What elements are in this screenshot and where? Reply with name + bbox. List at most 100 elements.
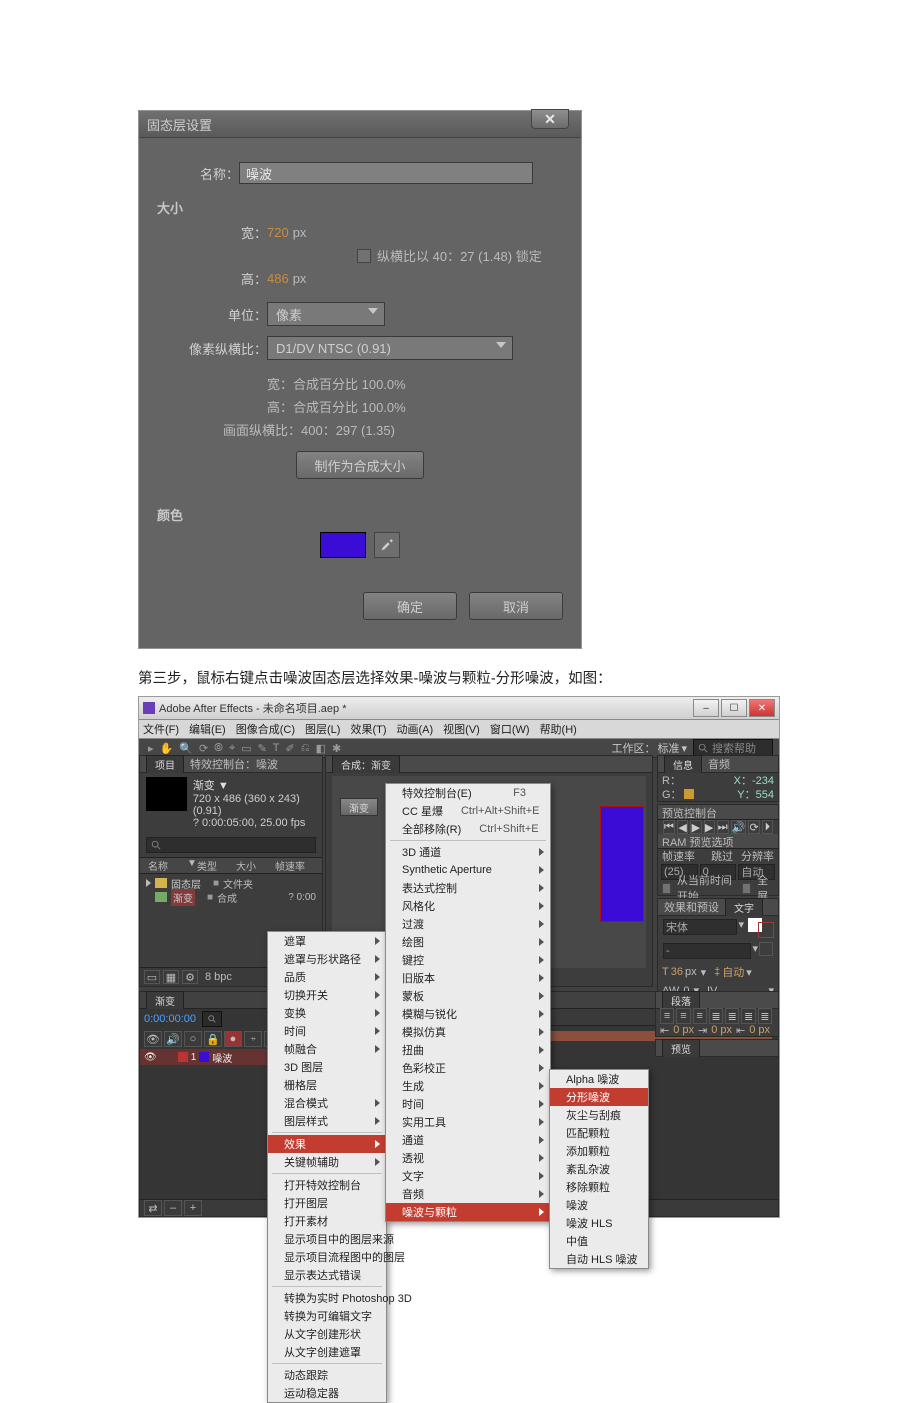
loop-icon[interactable]: ⟳ <box>748 820 759 834</box>
tool-rect-icon[interactable]: ▭ <box>241 742 251 755</box>
menu-effect[interactable]: 效果(T) <box>350 721 386 737</box>
ctx-expr-errors[interactable]: 显示表达式错误 <box>268 1266 386 1284</box>
ok-button[interactable]: 确定 <box>363 592 457 620</box>
audio-icon[interactable]: 🔊 <box>731 820 747 834</box>
font-style[interactable]: - <box>663 943 751 959</box>
fx-blur[interactable]: 模糊与锐化 <box>386 1005 550 1023</box>
ctx-mask[interactable]: 遮罩 <box>268 932 386 950</box>
fx-median[interactable]: 中值 <box>550 1232 648 1250</box>
ctx-effects[interactable]: 效果 <box>268 1135 386 1153</box>
ctx-reveal-flowchart[interactable]: 显示项目流程图中的图层 <box>268 1248 386 1266</box>
ctx-stabilize[interactable]: 运动稳定器 <box>268 1384 386 1402</box>
tab-info[interactable]: 信息 <box>664 755 702 773</box>
comp-name-button[interactable]: 渐变 <box>340 798 378 816</box>
shy-toggle-icon[interactable]: ⍆ <box>244 1031 262 1047</box>
stroke-color[interactable] <box>758 922 774 938</box>
menu-window[interactable]: 窗口(W) <box>490 721 530 737</box>
fx-alpha-noise[interactable]: Alpha 噪波 <box>550 1070 648 1088</box>
eyedropper-button[interactable] <box>374 532 400 558</box>
make-comp-size-button[interactable]: 制作为合成大小 <box>296 451 424 479</box>
tool-anchor-icon[interactable]: ⌖ <box>229 742 235 755</box>
tab-paragraph[interactable]: 段落 <box>662 991 700 1009</box>
prev-frame-icon[interactable]: ◀ <box>677 820 688 834</box>
ctx-open-layer[interactable]: 打开图层 <box>268 1194 386 1212</box>
fx-fractal-noise[interactable]: 分形噪波 <box>550 1088 648 1106</box>
new-comp-icon[interactable]: ▦ <box>163 970 179 984</box>
fx-dust-scratches[interactable]: 灰尘与刮痕 <box>550 1106 648 1124</box>
tool-eraser-icon[interactable]: ◧ <box>316 742 326 755</box>
fx-audio[interactable]: 音频 <box>386 1185 550 1203</box>
tool-rotate-icon[interactable]: ⟳ <box>199 742 208 755</box>
justify-right-icon[interactable]: ≣ <box>741 1008 755 1024</box>
workspace-select[interactable]: 标准 <box>657 740 679 756</box>
lock-ratio-checkbox[interactable] <box>357 249 371 263</box>
justify-all-icon[interactable]: ≣ <box>758 1008 772 1024</box>
tool-selection-icon[interactable]: ▸ <box>148 742 154 755</box>
fx-paint[interactable]: 绘图 <box>386 933 550 951</box>
height-value[interactable]: 486 <box>267 271 289 286</box>
ctx-reveal-source[interactable]: 显示项目中的图层来源 <box>268 1230 386 1248</box>
zoom-out-icon[interactable]: – <box>164 1200 182 1216</box>
timeline-tab[interactable]: 渐变 <box>146 991 184 1009</box>
fx-colorcorrect[interactable]: 色彩校正 <box>386 1059 550 1077</box>
menu-file[interactable]: 文件(F) <box>143 721 179 737</box>
menu-edit[interactable]: 编辑(E) <box>189 721 226 737</box>
ctx-shapes-from-text[interactable]: 从文字创建形状 <box>268 1325 386 1343</box>
cancel-button[interactable]: 取消 <box>469 592 563 620</box>
fx-text[interactable]: 文字 <box>386 1167 550 1185</box>
maximize-button[interactable]: ☐ <box>721 699 747 717</box>
tool-camera-icon[interactable]: ⦾ <box>214 742 223 755</box>
color-swatch[interactable] <box>320 532 366 558</box>
context-menu[interactable]: 遮罩 遮罩与形状路径 品质 切换开关 变换 时间 帧融合 3D 图层 栅格层 混… <box>267 931 387 1403</box>
fx-3dchannel[interactable]: 3D 通道 <box>386 843 550 861</box>
window-close-button[interactable]: ✕ <box>749 699 775 717</box>
tab-character[interactable]: 文字 <box>725 898 763 916</box>
justify-left-icon[interactable]: ≣ <box>709 1008 723 1024</box>
fx-channel[interactable]: 通道 <box>386 1131 550 1149</box>
ctx-quality[interactable]: 品质 <box>268 968 386 986</box>
fx-auto-hls[interactable]: 自动 HLS 噪波 <box>550 1250 648 1268</box>
align-center-icon[interactable]: ≡ <box>676 1008 690 1024</box>
justify-center-icon[interactable]: ≣ <box>725 1008 739 1024</box>
ctx-time[interactable]: 时间 <box>268 1022 386 1040</box>
ctx-conv-ps3d[interactable]: 转换为实时 Photoshop 3D <box>268 1289 386 1307</box>
fx-utility[interactable]: 实用工具 <box>386 1113 550 1131</box>
timecode[interactable]: 0:00:00:00 <box>144 1013 196 1025</box>
fx-time[interactable]: 时间 <box>386 1095 550 1113</box>
last-frame-icon[interactable]: ⏭ <box>717 820 729 834</box>
close-button[interactable]: ✕ <box>531 109 569 129</box>
fx-keying[interactable]: 键控 <box>386 951 550 969</box>
lock-toggle-icon[interactable]: 🔒 <box>204 1031 222 1047</box>
fx-match-grain[interactable]: 匹配颗粒 <box>550 1124 648 1142</box>
noise-submenu[interactable]: Alpha 噪波 分形噪波 灰尘与刮痕 匹配颗粒 添加颗粒 紊乱杂波 移除颗粒 … <box>549 1069 649 1269</box>
ctx-masks-from-text[interactable]: 从文字创建遮罩 <box>268 1343 386 1361</box>
fx-obsolete[interactable]: 旧版本 <box>386 969 550 987</box>
ctx-mask-shape[interactable]: 遮罩与形状路径 <box>268 950 386 968</box>
fx-controls[interactable]: 特效控制台(E)F3 <box>386 784 550 802</box>
tab-project[interactable]: 项目 <box>146 755 184 773</box>
fx-add-grain[interactable]: 添加颗粒 <box>550 1142 648 1160</box>
fx-remove-grain[interactable]: 移除颗粒 <box>550 1178 648 1196</box>
fx-noise-hls[interactable]: 噪波 HLS <box>550 1214 648 1232</box>
fx-last[interactable]: CC 星爆Ctrl+Alt+Shift+E <box>386 802 550 820</box>
label-color[interactable] <box>178 1052 188 1062</box>
fullscreen-checkbox[interactable] <box>742 883 751 894</box>
solo-toggle-icon[interactable]: ○ <box>184 1031 202 1047</box>
ae-menubar[interactable]: 文件(F) 编辑(E) 图像合成(C) 图层(L) 效果(T) 动画(A) 视图… <box>139 720 779 739</box>
fx-noise[interactable]: 噪波 <box>550 1196 648 1214</box>
align-right-icon[interactable]: ≡ <box>693 1008 707 1024</box>
minimize-button[interactable]: – <box>693 699 719 717</box>
name-input[interactable]: 噪波 <box>239 162 533 184</box>
ctx-layerstyle[interactable]: 图层样式 <box>268 1112 386 1130</box>
project-selected-comp[interactable]: 渐变 <box>171 889 195 906</box>
zoom-in-icon[interactable]: + <box>184 1200 202 1216</box>
from-current-checkbox[interactable] <box>662 883 671 894</box>
fx-generate[interactable]: 生成 <box>386 1077 550 1095</box>
tool-stamp-icon[interactable]: ⎌ <box>301 742 310 755</box>
next-frame-icon[interactable]: ▶ <box>704 820 715 834</box>
ctx-transform[interactable]: 变换 <box>268 1004 386 1022</box>
ctx-keyframe-assist[interactable]: 关键帧辅助 <box>268 1153 386 1171</box>
ctx-frameblend[interactable]: 帧融合 <box>268 1040 386 1058</box>
unit-select[interactable]: 像素 <box>267 302 385 326</box>
tab-preview[interactable]: 预览 <box>662 1039 700 1057</box>
